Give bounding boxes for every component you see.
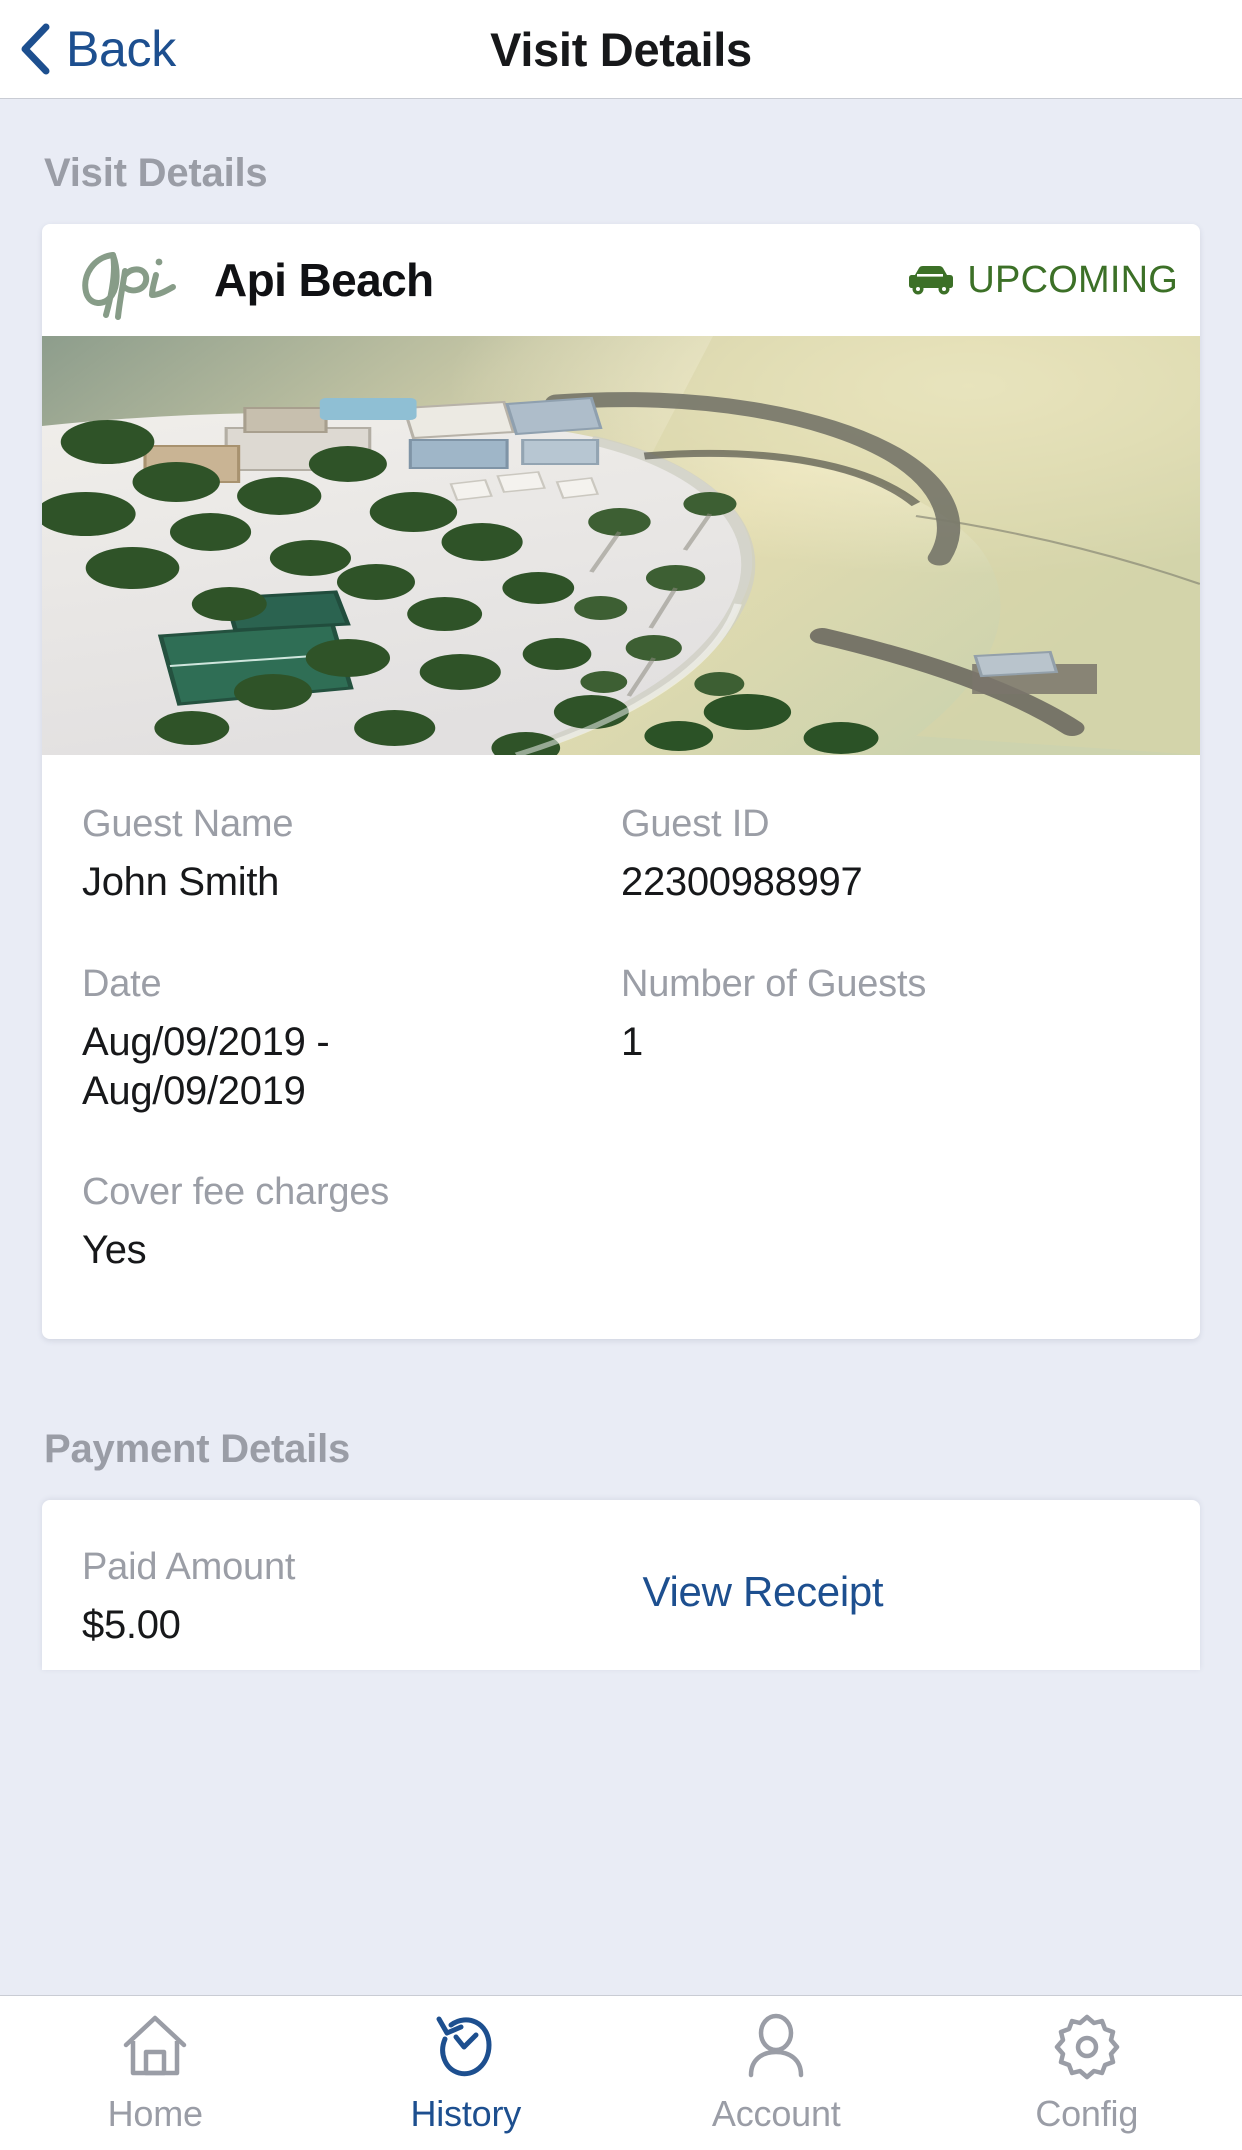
- venue-photo: [42, 336, 1200, 755]
- paid-amount-block: Paid Amount $5.00: [82, 1546, 643, 1650]
- api-logo-icon: [82, 252, 176, 320]
- page-title: Visit Details: [490, 22, 752, 76]
- field-cover-fee: Cover fee charges Yes: [82, 1171, 621, 1275]
- payment-details-card: Paid Amount $5.00 View Receipt: [42, 1500, 1200, 1670]
- field-value: 22300988997: [621, 860, 863, 904]
- tab-home[interactable]: Home: [0, 1996, 311, 2150]
- field-guest-id: Guest ID 22300988997: [621, 803, 1160, 907]
- field-date: Date Aug/09/2019 - Aug/09/2019: [82, 963, 621, 1116]
- visit-details-heading: Visit Details: [44, 151, 268, 195]
- status-label: UPCOMING: [967, 258, 1178, 301]
- gear-icon: [1054, 2014, 1119, 2080]
- home-icon: [124, 2015, 187, 2076]
- field-label: Number of Guests: [621, 962, 927, 1005]
- field-guest-name: Guest Name John Smith: [82, 803, 621, 907]
- back-button[interactable]: Back: [0, 23, 176, 75]
- field-row-1: Guest Name John Smith Guest ID 223009889…: [82, 803, 1160, 963]
- venue-header: Api Beach UPCOMING: [42, 224, 1200, 336]
- field-empty: [621, 1171, 1160, 1275]
- app-screen: Back Visit Details Visit Details Api Bea…: [0, 0, 1242, 2150]
- scroll-content[interactable]: Visit Details Api Beach UPCOMING Guest N…: [0, 99, 1242, 1995]
- field-label: Guest Name: [82, 803, 294, 845]
- venue-name: Api Beach: [214, 254, 434, 306]
- tab-label: Config: [1035, 2093, 1139, 2134]
- tab-config[interactable]: Config: [932, 1996, 1242, 2150]
- status-badge: UPCOMING: [903, 259, 1178, 302]
- person-icon: [749, 2013, 804, 2078]
- car-icon: [909, 266, 954, 295]
- bottom-tab-bar: Home History Account Config: [0, 1995, 1242, 2150]
- visit-fields: Guest Name John Smith Guest ID 223009889…: [42, 755, 1200, 1339]
- tab-account[interactable]: Account: [621, 1996, 932, 2150]
- tab-label: Account: [711, 2093, 841, 2134]
- view-receipt-block: View Receipt: [643, 1546, 1160, 1616]
- venue-photo-illustration: [42, 336, 1200, 755]
- payment-details-heading: Payment Details: [44, 1427, 351, 1472]
- field-row-2: Date Aug/09/2019 - Aug/09/2019 Number of…: [82, 963, 1160, 1172]
- tab-label: Home: [107, 2093, 203, 2134]
- field-value: John Smith: [82, 860, 280, 904]
- navigation-bar: Back Visit Details: [0, 0, 1242, 99]
- back-label: Back: [66, 21, 176, 77]
- paid-amount-label: Paid Amount: [82, 1546, 296, 1589]
- field-row-3: Cover fee charges Yes: [82, 1171, 1160, 1275]
- visit-details-card: Api Beach UPCOMING Guest Name John Smith…: [42, 224, 1200, 1340]
- view-receipt-link[interactable]: View Receipt: [643, 1568, 884, 1616]
- field-value: 1: [621, 1019, 643, 1064]
- paid-amount-value: $5.00: [82, 1603, 181, 1648]
- field-label: Date: [82, 962, 162, 1005]
- field-label: Guest ID: [621, 803, 770, 845]
- field-value: Aug/09/2019 - Aug/09/2019: [82, 1019, 330, 1113]
- chevron-left-icon: [21, 23, 50, 75]
- tab-history[interactable]: History: [311, 1996, 622, 2150]
- field-label: Cover fee charges: [82, 1171, 390, 1214]
- field-value: Yes: [82, 1228, 147, 1273]
- field-number-of-guests: Number of Guests 1: [621, 963, 1160, 1116]
- history-clock-icon: [436, 2016, 492, 2077]
- tab-label: History: [410, 2093, 522, 2134]
